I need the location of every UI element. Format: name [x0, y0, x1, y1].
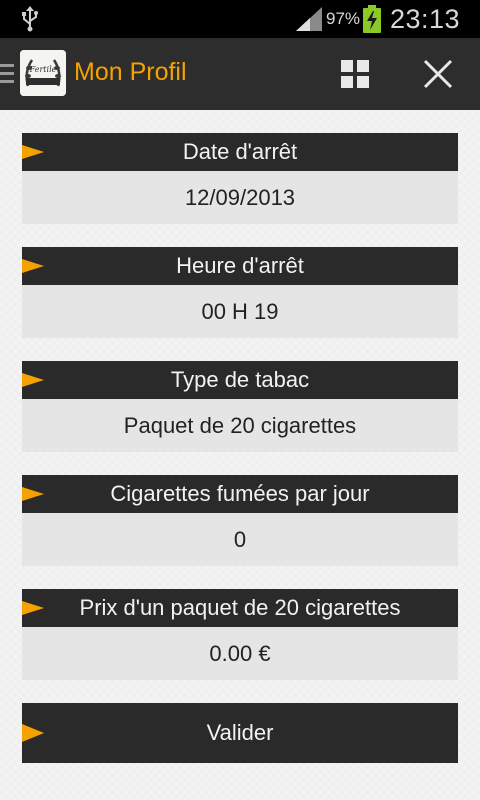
- laurel-logo-icon: Fertile: [20, 50, 66, 96]
- arrow-right-icon: [22, 373, 44, 387]
- drawer-menu-icon[interactable]: [0, 62, 14, 86]
- field-header: Cigarettes fumées par jour: [22, 475, 458, 513]
- arrow-right-icon: [22, 145, 44, 159]
- field-header: Prix d'un paquet de 20 cigarettes: [22, 589, 458, 627]
- action-bar: Fertile Mon Profil: [0, 38, 480, 110]
- arrow-right-icon: [22, 487, 44, 501]
- usb-icon: [22, 6, 38, 32]
- field-stop-time: Heure d'arrêt 00 H 19: [22, 247, 458, 338]
- battery-percent: 97%: [326, 9, 361, 28]
- stop-date-value[interactable]: 12/09/2013: [22, 171, 458, 224]
- pack-price-value[interactable]: 0.00 €: [22, 627, 458, 680]
- grid-view-icon[interactable]: [341, 60, 369, 88]
- field-header: Date d'arrêt: [22, 133, 458, 171]
- field-label: Heure d'arrêt: [176, 253, 304, 278]
- field-label: Prix d'un paquet de 20 cigarettes: [79, 595, 401, 620]
- page-title: Mon Profil: [74, 58, 187, 86]
- validate-button[interactable]: Valider: [22, 703, 458, 763]
- field-label: Date d'arrêt: [182, 139, 298, 164]
- field-label: Cigarettes fumées par jour: [110, 481, 370, 506]
- battery-charging-icon: [363, 5, 381, 33]
- arrow-right-icon: [22, 259, 44, 273]
- validate-label: Valider: [206, 720, 274, 745]
- field-label: Type de tabac: [170, 367, 310, 392]
- field-tobacco-type: Type de tabac Paquet de 20 cigarettes: [22, 361, 458, 452]
- arrow-right-icon: [22, 724, 44, 742]
- signal-icon: [296, 7, 322, 31]
- field-header: Type de tabac: [22, 361, 458, 399]
- stop-time-value[interactable]: 00 H 19: [22, 285, 458, 338]
- app-logo[interactable]: Fertile: [20, 50, 66, 96]
- tobacco-type-value[interactable]: Paquet de 20 cigarettes: [22, 399, 458, 452]
- profile-form: Date d'arrêt 12/09/2013 Heure d'arrêt 00…: [22, 133, 458, 703]
- field-cigarettes-per-day: Cigarettes fumées par jour 0: [22, 475, 458, 566]
- svg-text:Fertile: Fertile: [29, 65, 57, 74]
- field-header: Heure d'arrêt: [22, 247, 458, 285]
- close-icon[interactable]: [423, 59, 453, 89]
- cigarettes-per-day-value[interactable]: 0: [22, 513, 458, 566]
- field-pack-price: Prix d'un paquet de 20 cigarettes 0.00 €: [22, 589, 458, 680]
- clock: 23:13: [390, 4, 461, 34]
- arrow-right-icon: [22, 601, 44, 615]
- status-bar: 97% 23:13: [0, 0, 480, 38]
- field-stop-date: Date d'arrêt 12/09/2013: [22, 133, 458, 224]
